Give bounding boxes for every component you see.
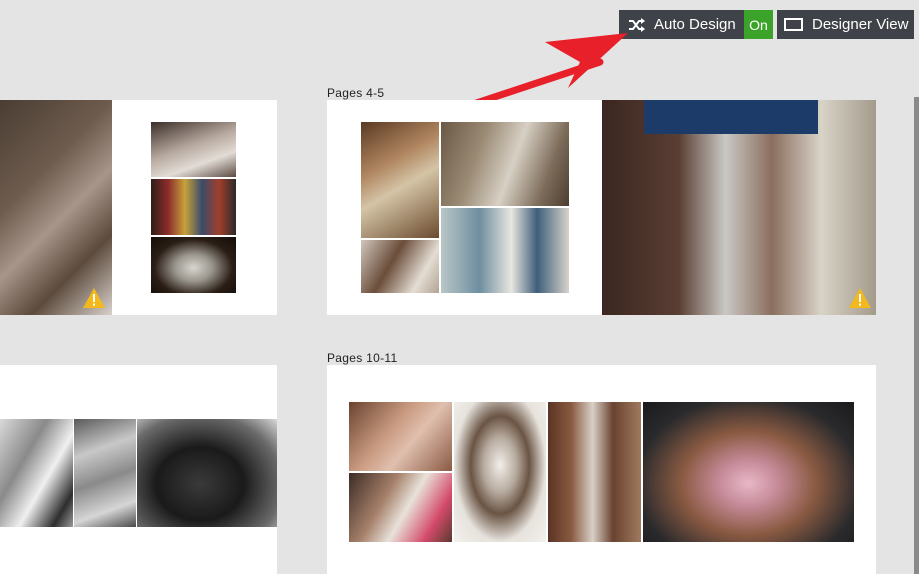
photo-groomsmen-standing[interactable] bbox=[441, 208, 569, 293]
photo-bw-groom-sitting[interactable] bbox=[0, 419, 73, 527]
spread-pages-4-5-left[interactable] bbox=[327, 100, 602, 315]
photo-bride-portrait[interactable] bbox=[361, 240, 439, 293]
designer-view-label: Designer View bbox=[812, 16, 909, 33]
spread-title: Pages 4-5 bbox=[327, 86, 385, 100]
tv-screen bbox=[644, 100, 818, 134]
spread-pages-10-11[interactable] bbox=[327, 365, 876, 574]
spread-pages-4-5-right[interactable] bbox=[602, 100, 876, 315]
warning-icon[interactable] bbox=[848, 287, 872, 309]
photo-clutch-purse[interactable] bbox=[151, 237, 236, 293]
photo-bride-hands[interactable] bbox=[151, 122, 236, 177]
photo-bride-mother[interactable] bbox=[349, 473, 452, 542]
photo-drinks-cooler[interactable] bbox=[151, 179, 236, 235]
auto-design-toggle[interactable]: On bbox=[744, 10, 773, 39]
auto-design-button[interactable]: Auto Design On bbox=[619, 10, 773, 39]
photo-groomsmen-bar[interactable] bbox=[441, 122, 569, 206]
photo-groom-armchair[interactable] bbox=[602, 100, 876, 315]
photo-hands-ring[interactable] bbox=[349, 402, 452, 471]
spread-partial-top-left[interactable] bbox=[0, 100, 112, 315]
shuffle-icon bbox=[629, 17, 645, 32]
auto-design-label: Auto Design bbox=[654, 16, 736, 33]
photo-bw-place-cards[interactable] bbox=[74, 419, 136, 527]
warning-icon[interactable] bbox=[82, 287, 106, 309]
vertical-scrollbar[interactable] bbox=[914, 97, 919, 574]
photo-bride-porch[interactable] bbox=[548, 402, 641, 542]
photo-pouring-wine[interactable] bbox=[361, 122, 439, 238]
designer-view-button[interactable]: Designer View bbox=[777, 10, 914, 39]
photo-bw-monogram-patch[interactable] bbox=[137, 419, 277, 527]
photo-ring-closeup[interactable] bbox=[0, 100, 112, 315]
monitor-icon bbox=[784, 18, 803, 31]
photo-gift-box[interactable] bbox=[643, 402, 854, 542]
spread-partial-bottom[interactable] bbox=[0, 365, 277, 574]
page-partial-top-right[interactable] bbox=[112, 100, 277, 315]
spread-title: Pages 10-11 bbox=[327, 351, 398, 365]
photo-bride-mirror[interactable] bbox=[454, 402, 546, 542]
